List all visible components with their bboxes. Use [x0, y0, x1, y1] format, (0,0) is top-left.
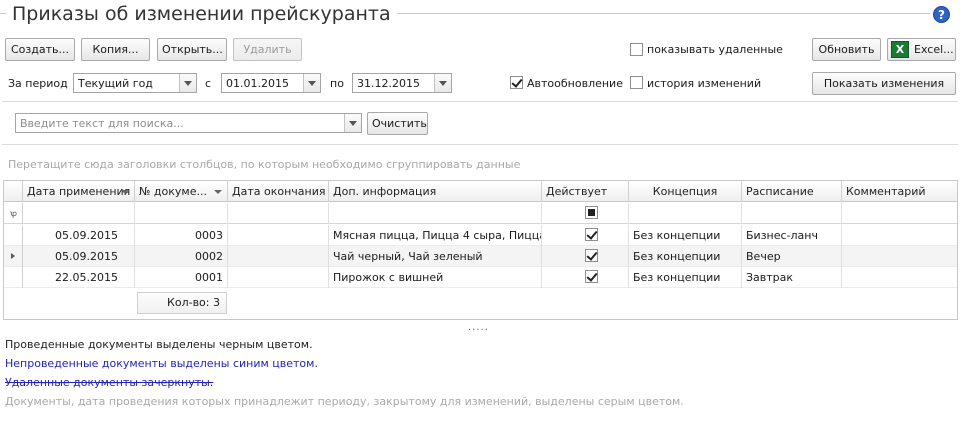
date-from-value: 01.01.2015: [226, 77, 289, 90]
table-row[interactable]: 05.09.2015 0002 Чай черный, Чай зеленый …: [4, 246, 957, 267]
search-input[interactable]: Введите текст для поиска...: [15, 113, 362, 133]
date-to-field[interactable]: 31.12.2015: [352, 73, 452, 93]
page-title: Приказы об изменении прейскуранта: [6, 3, 397, 25]
col-header-number[interactable]: № докуме...: [135, 181, 228, 202]
filter-active-checkbox[interactable]: [585, 206, 598, 219]
legend-closed-period: Документы, дата проведения которых прина…: [5, 395, 684, 408]
col-header-comment[interactable]: Комментарий: [842, 181, 957, 202]
cell-concept: Без концепции: [629, 225, 742, 246]
row-indicator-header: [4, 181, 23, 202]
filter-cell-active[interactable]: [542, 203, 629, 224]
show-deleted-label: показывать удаленные: [647, 43, 783, 56]
current-row-icon: [11, 253, 15, 259]
filter-indicator: ꝕ: [4, 203, 23, 224]
period-label: За период: [8, 77, 68, 90]
col-header-schedule[interactable]: Расписание: [742, 181, 842, 202]
excel-button[interactable]: X Excel...: [887, 38, 956, 61]
filter-pin-icon: ꝕ: [10, 209, 17, 218]
cell-info: Чай черный, Чай зеленый: [329, 246, 542, 267]
cell-number: 0001: [135, 267, 228, 288]
change-history-label: история изменений: [647, 77, 762, 90]
row-indicator: [4, 267, 23, 288]
table-row[interactable]: 05.09.2015 0003 Мясная пицца, Пицца 4 сы…: [4, 225, 957, 246]
col-header-active[interactable]: Действует: [542, 181, 629, 202]
to-label: по: [330, 77, 344, 90]
filter-cell[interactable]: [629, 203, 742, 224]
cell-active: [542, 267, 629, 288]
row-indicator: [4, 225, 23, 246]
col-header-end-date[interactable]: Дата окончания: [228, 181, 329, 202]
row-count: Кол-во: 3: [137, 292, 227, 314]
chevron-down-icon[interactable]: [344, 114, 361, 132]
copy-button[interactable]: Копия...: [81, 38, 150, 61]
filter-cell[interactable]: [842, 203, 957, 224]
cell-concept: Без концепции: [629, 267, 742, 288]
search-placeholder: Введите текст для поиска...: [20, 117, 184, 130]
filter-cell[interactable]: [742, 203, 842, 224]
help-icon[interactable]: ?: [933, 6, 950, 23]
refresh-button[interactable]: Обновить: [812, 38, 881, 61]
chevron-down-icon[interactable]: [179, 74, 196, 92]
separator: [2, 144, 958, 145]
cell-date: 05.09.2015: [23, 225, 135, 246]
date-from-field[interactable]: 01.01.2015: [221, 73, 321, 93]
table-row[interactable]: 22.05.2015 0001 Пирожок с вишней Без кон…: [4, 267, 957, 288]
from-label: с: [205, 77, 212, 90]
period-select[interactable]: Текущий год: [73, 73, 197, 93]
cell-schedule: Вечер: [742, 246, 842, 267]
cell-end-date: [228, 267, 329, 288]
cell-active: [542, 225, 629, 246]
legend-posted: Проведенные документы выделены черным цв…: [5, 338, 313, 351]
auto-refresh-checkbox[interactable]: [510, 76, 523, 89]
cell-date: 05.09.2015: [23, 246, 135, 267]
active-checkbox[interactable]: [585, 249, 598, 262]
create-button[interactable]: Создать...: [5, 38, 75, 61]
cell-comment: [842, 225, 957, 246]
grid-header: Дата применения № докуме... Дата окончан…: [4, 181, 957, 202]
cell-end-date: [228, 246, 329, 267]
cell-date: 22.05.2015: [23, 267, 135, 288]
cell-number: 0003: [135, 225, 228, 246]
cell-info: Пирожок с вишней: [329, 267, 542, 288]
row-indicator: [4, 246, 23, 267]
separator: [2, 101, 958, 102]
group-by-hint[interactable]: Перетащите сюда заголовки столбцов, по к…: [8, 158, 520, 171]
cell-comment: [842, 267, 957, 288]
date-to-value: 31.12.2015: [357, 77, 420, 90]
col-header-concept[interactable]: Концепция: [629, 181, 742, 202]
cell-concept: Без концепции: [629, 246, 742, 267]
col-header-info[interactable]: Доп. информация: [329, 181, 542, 202]
legend-unposted: Непроведенные документы выделены синим ц…: [5, 357, 318, 370]
filter-row: ꝕ: [4, 203, 957, 224]
legend-deleted: Удаленные документы зачеркнуты.: [5, 376, 214, 389]
show-deleted-checkbox[interactable]: [630, 43, 643, 56]
period-value: Текущий год: [78, 77, 153, 90]
chevron-down-icon[interactable]: [434, 74, 451, 92]
cell-active: [542, 246, 629, 267]
active-checkbox[interactable]: [585, 228, 598, 241]
clear-button[interactable]: Очистить: [367, 112, 428, 135]
cell-number: 0002: [135, 246, 228, 267]
cell-schedule: Завтрак: [742, 267, 842, 288]
filter-cell[interactable]: [228, 203, 329, 224]
splitter-handle[interactable]: .....: [468, 322, 489, 333]
excel-button-label: Excel...: [914, 43, 954, 56]
change-history-checkbox[interactable]: [630, 76, 643, 89]
filter-cell[interactable]: [23, 203, 135, 224]
documents-grid: Дата применения № докуме... Дата окончан…: [3, 180, 958, 320]
excel-icon: X: [891, 41, 909, 58]
chevron-down-icon[interactable]: [303, 74, 320, 92]
auto-refresh-label: Автообновление: [527, 77, 623, 90]
cell-info: Мясная пицца, Пицца 4 сыра, Пицца в...: [329, 225, 542, 246]
open-button[interactable]: Открыть...: [157, 38, 227, 61]
cell-comment: [842, 246, 957, 267]
show-changes-button[interactable]: Показать изменения: [812, 72, 956, 95]
col-header-date[interactable]: Дата применения: [23, 181, 135, 202]
active-checkbox[interactable]: [585, 270, 598, 283]
delete-button[interactable]: Удалить: [233, 38, 302, 61]
cell-end-date: [228, 225, 329, 246]
filter-cell[interactable]: [135, 203, 228, 224]
filter-cell[interactable]: [329, 203, 542, 224]
cell-schedule: Бизнес-ланч: [742, 225, 842, 246]
